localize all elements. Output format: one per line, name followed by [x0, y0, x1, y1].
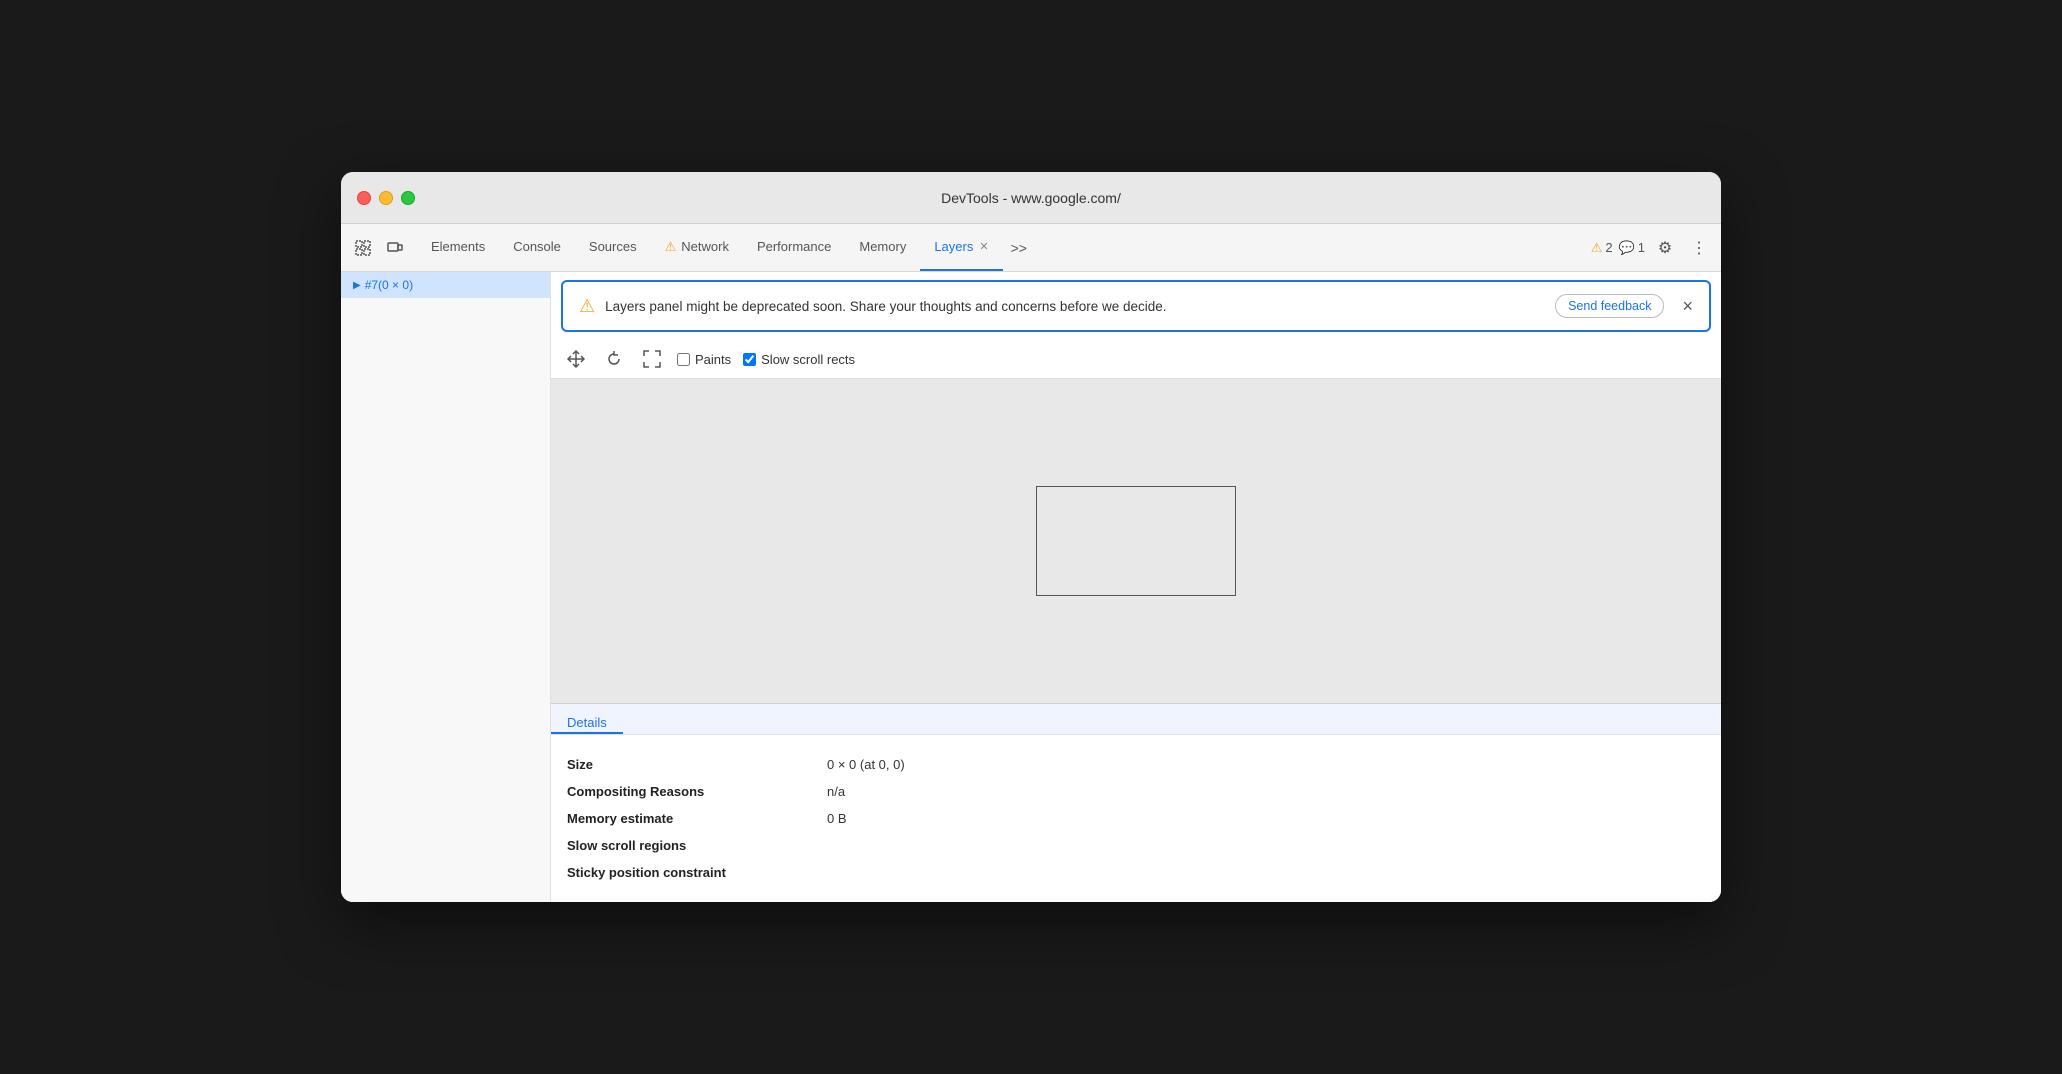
details-row-slow-scroll: Slow scroll regions	[567, 832, 1705, 859]
details-row-memory: Memory estimate 0 B	[567, 805, 1705, 832]
devtools-window: DevTools - www.google.com/ El	[341, 172, 1721, 902]
details-row-compositing: Compositing Reasons n/a	[567, 778, 1705, 805]
more-options-icon[interactable]: ⋮	[1685, 234, 1713, 262]
close-button[interactable]	[357, 191, 371, 205]
slow-scroll-checkbox[interactable]	[743, 353, 756, 366]
tab-memory[interactable]: Memory	[845, 224, 920, 271]
rotate-tool-icon[interactable]	[601, 346, 627, 372]
devtools-toolbar: Elements Console Sources ⚠ Network Perfo…	[341, 224, 1721, 272]
minimize-button[interactable]	[379, 191, 393, 205]
send-feedback-button[interactable]: Send feedback	[1555, 294, 1664, 318]
arrow-icon: ▶	[353, 280, 361, 291]
network-warning-icon: ⚠	[665, 239, 677, 255]
details-section: Details Size 0 × 0 (at 0, 0) Compositing…	[551, 704, 1721, 902]
banner-close-icon[interactable]: ×	[1682, 297, 1693, 315]
inspect-element-icon[interactable]	[349, 234, 377, 262]
window-title: DevTools - www.google.com/	[941, 190, 1121, 206]
paints-checkbox[interactable]	[677, 353, 690, 366]
fit-tool-icon[interactable]	[639, 346, 665, 372]
toolbar-icons	[349, 234, 409, 262]
tab-network[interactable]: ⚠ Network	[651, 224, 743, 271]
sidebar-item[interactable]: ▶ #7(0 × 0)	[341, 272, 550, 298]
tabs-area: Elements Console Sources ⚠ Network Perfo…	[417, 224, 1591, 271]
titlebar: DevTools - www.google.com/	[341, 172, 1721, 224]
slow-scroll-checkbox-label[interactable]: Slow scroll rects	[743, 352, 855, 367]
warning-icon: ⚠	[1591, 240, 1603, 256]
banner-warning-icon: ⚠	[579, 296, 595, 317]
maximize-button[interactable]	[401, 191, 415, 205]
tab-sources[interactable]: Sources	[575, 224, 651, 271]
details-row-size: Size 0 × 0 (at 0, 0)	[567, 751, 1705, 778]
move-tool-icon[interactable]	[563, 346, 589, 372]
layer-rectangle	[1036, 486, 1236, 596]
banner-message: Layers panel might be deprecated soon. S…	[605, 299, 1545, 314]
tab-performance[interactable]: Performance	[743, 224, 845, 271]
settings-gear-icon[interactable]: ⚙	[1651, 234, 1679, 262]
warning-badge[interactable]: ⚠ 2	[1591, 240, 1613, 256]
tab-layers-close[interactable]: ✕	[979, 240, 988, 253]
info-badge[interactable]: 💬 1	[1619, 240, 1645, 256]
layers-content: ⚠ Layers panel might be deprecated soon.…	[551, 272, 1721, 902]
details-row-sticky: Sticky position constraint	[567, 859, 1705, 886]
device-toggle-icon[interactable]	[381, 234, 409, 262]
tab-elements[interactable]: Elements	[417, 224, 499, 271]
deprecation-banner: ⚠ Layers panel might be deprecated soon.…	[561, 280, 1711, 332]
tab-overflow-btn[interactable]: >>	[1003, 240, 1035, 256]
details-header: Details	[551, 704, 623, 734]
details-table: Size 0 × 0 (at 0, 0) Compositing Reasons…	[551, 735, 1721, 902]
layers-sidebar: ▶ #7(0 × 0)	[341, 272, 551, 902]
tab-console[interactable]: Console	[499, 224, 575, 271]
layers-toolbar: Paints Slow scroll rects	[551, 340, 1721, 379]
toolbar-right: ⚠ 2 💬 1 ⚙ ⋮	[1591, 234, 1713, 262]
main-area: ▶ #7(0 × 0) ⚠ Layers panel might be depr…	[341, 272, 1721, 902]
tab-layers[interactable]: Layers ✕	[920, 224, 1002, 271]
layers-canvas	[551, 379, 1721, 704]
traffic-lights	[357, 191, 415, 205]
info-icon: 💬	[1619, 240, 1635, 256]
paints-checkbox-label[interactable]: Paints	[677, 352, 731, 367]
